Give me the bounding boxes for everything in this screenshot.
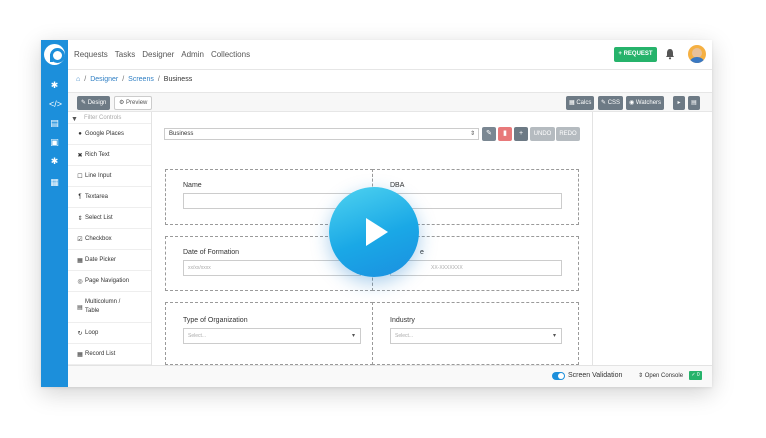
palette-item-rich-text[interactable]: ✖ Rich Text [68,145,151,166]
palette-item-line-input[interactable]: ☐ Line Input [68,166,151,187]
top-bar: Requests Tasks Designer Admin Collection… [68,40,712,70]
formation-label: Date of Formation [183,249,240,256]
industry-select[interactable]: Select... ▾ [390,328,562,344]
left-rail: ✱ </> ▤ ▣ ✱ ▦ [41,40,68,387]
delete-page-icon[interactable]: ▮ [498,127,512,141]
save-icon[interactable]: ▤ [688,96,700,110]
record-list-icon: ▦ [77,351,83,358]
list-icon[interactable]: ▦ [49,177,60,188]
filter-controls-input[interactable]: ▼ Filter Controls [68,112,151,124]
css-button[interactable]: ✎ CSS [598,96,624,110]
filter-icon: ▼ [71,116,78,123]
dba-label: DBA [390,182,405,189]
palette-item-date-picker[interactable]: ▦ Date Picker [68,250,151,271]
table-icon: ▤ [77,304,83,311]
calendar-icon: ▦ [77,257,83,264]
settings-icon[interactable]: ✱ [49,156,60,167]
breadcrumb-current: Business [163,76,193,83]
palette-item-textarea[interactable]: ¶ Textarea [68,187,151,208]
formation-date-input[interactable]: xx/xx/xxxx [183,260,361,276]
bell-icon[interactable] [664,48,676,60]
rich-text-icon: ✖ [77,152,83,159]
screen-validation-label: Screen Validation [568,372,623,379]
gear-icon[interactable]: ✱ [49,80,60,91]
designer-toolbar: ✎ Design ⚙ Preview ▦ Calcs ✎ CSS ◉ Watch… [68,92,712,112]
chevron-down-icon: ▾ [351,333,355,339]
watchers-button[interactable]: ◉ Watchers [626,96,665,110]
nav-requests[interactable]: Requests [74,50,108,59]
loop-icon: ↻ [77,330,83,337]
second-label: e [420,249,424,256]
palette-item-loop[interactable]: ↻ Loop [68,323,151,344]
screen-page-select[interactable]: Business ⇕ [164,128,479,140]
open-console-button[interactable]: ⇕ Open Console [638,372,683,379]
redo-button[interactable]: REDO [556,127,580,141]
lock-icon[interactable]: ▣ [49,137,60,148]
console-badge: ✓ 0 [689,371,702,380]
inspector-panel [592,112,712,365]
org-type-select[interactable]: Select... ▾ [183,328,361,344]
home-icon[interactable]: ⌂ [76,76,80,83]
export-icon[interactable]: ▸ [673,96,685,110]
footer-bar: Screen Validation ⇕ Open Console ✓ 0 [68,365,712,387]
palette-item-multicolumn[interactable]: ▤ Multicolumn / Table [68,292,151,323]
dba-input[interactable] [390,193,562,209]
checkbox-icon: ☑ [77,236,83,243]
calcs-button[interactable]: ▦ Calcs [566,96,595,110]
second-input[interactable]: XX-XXXXXXX [390,260,562,276]
paragraph-icon: ¶ [78,194,82,200]
breadcrumb: ⌂ / Designer / Screens / Business [76,76,193,83]
palette-item-google-places[interactable]: ● Google Places [68,124,151,145]
play-video-button[interactable] [329,187,419,277]
org-type-label: Type of Organization [183,317,248,324]
main-nav: Requests Tasks Designer Admin Collection… [74,50,250,59]
screen-validation-toggle[interactable] [552,372,565,380]
breadcrumb-designer[interactable]: Designer [90,76,118,83]
new-request-button[interactable]: + REQUEST [614,47,657,62]
palette-item-select-list[interactable]: ⇕ Select List [68,208,151,229]
edit-page-icon[interactable]: ✎ [482,127,496,141]
document-icon[interactable]: ▤ [49,118,60,129]
code-icon[interactable]: </> [49,99,62,110]
avatar[interactable] [688,45,706,63]
line-input-icon: ☐ [77,173,83,180]
palette-item-record-list[interactable]: ▦ Record List [68,344,151,365]
name-input[interactable] [183,193,361,209]
add-page-icon[interactable]: + [514,127,528,141]
palette-item-page-navigation[interactable]: ◎ Page Navigation [68,271,151,292]
design-mode-button[interactable]: ✎ Design [77,96,111,110]
map-pin-icon: ● [78,131,82,137]
undo-button[interactable]: UNDO [530,127,555,141]
controls-palette: ▼ Filter Controls ● Google Places ✖ Rich T… [68,112,152,365]
industry-label: Industry [390,317,415,324]
nav-collections[interactable]: Collections [211,50,250,59]
logo-icon[interactable] [44,44,65,65]
nav-admin[interactable]: Admin [181,50,204,59]
select-list-icon: ⇕ [77,215,83,222]
page-nav-icon: ◎ [77,278,83,285]
breadcrumb-screens[interactable]: Screens [128,76,154,83]
chevron-down-icon: ▾ [552,333,556,339]
name-label: Name [183,182,202,189]
chevron-updown-icon: ⇕ [469,131,475,137]
palette-item-checkbox[interactable]: ☑ Checkbox [68,229,151,250]
nav-designer[interactable]: Designer [142,50,174,59]
nav-tasks[interactable]: Tasks [115,50,135,59]
preview-mode-button[interactable]: ⚙ Preview [114,96,153,110]
